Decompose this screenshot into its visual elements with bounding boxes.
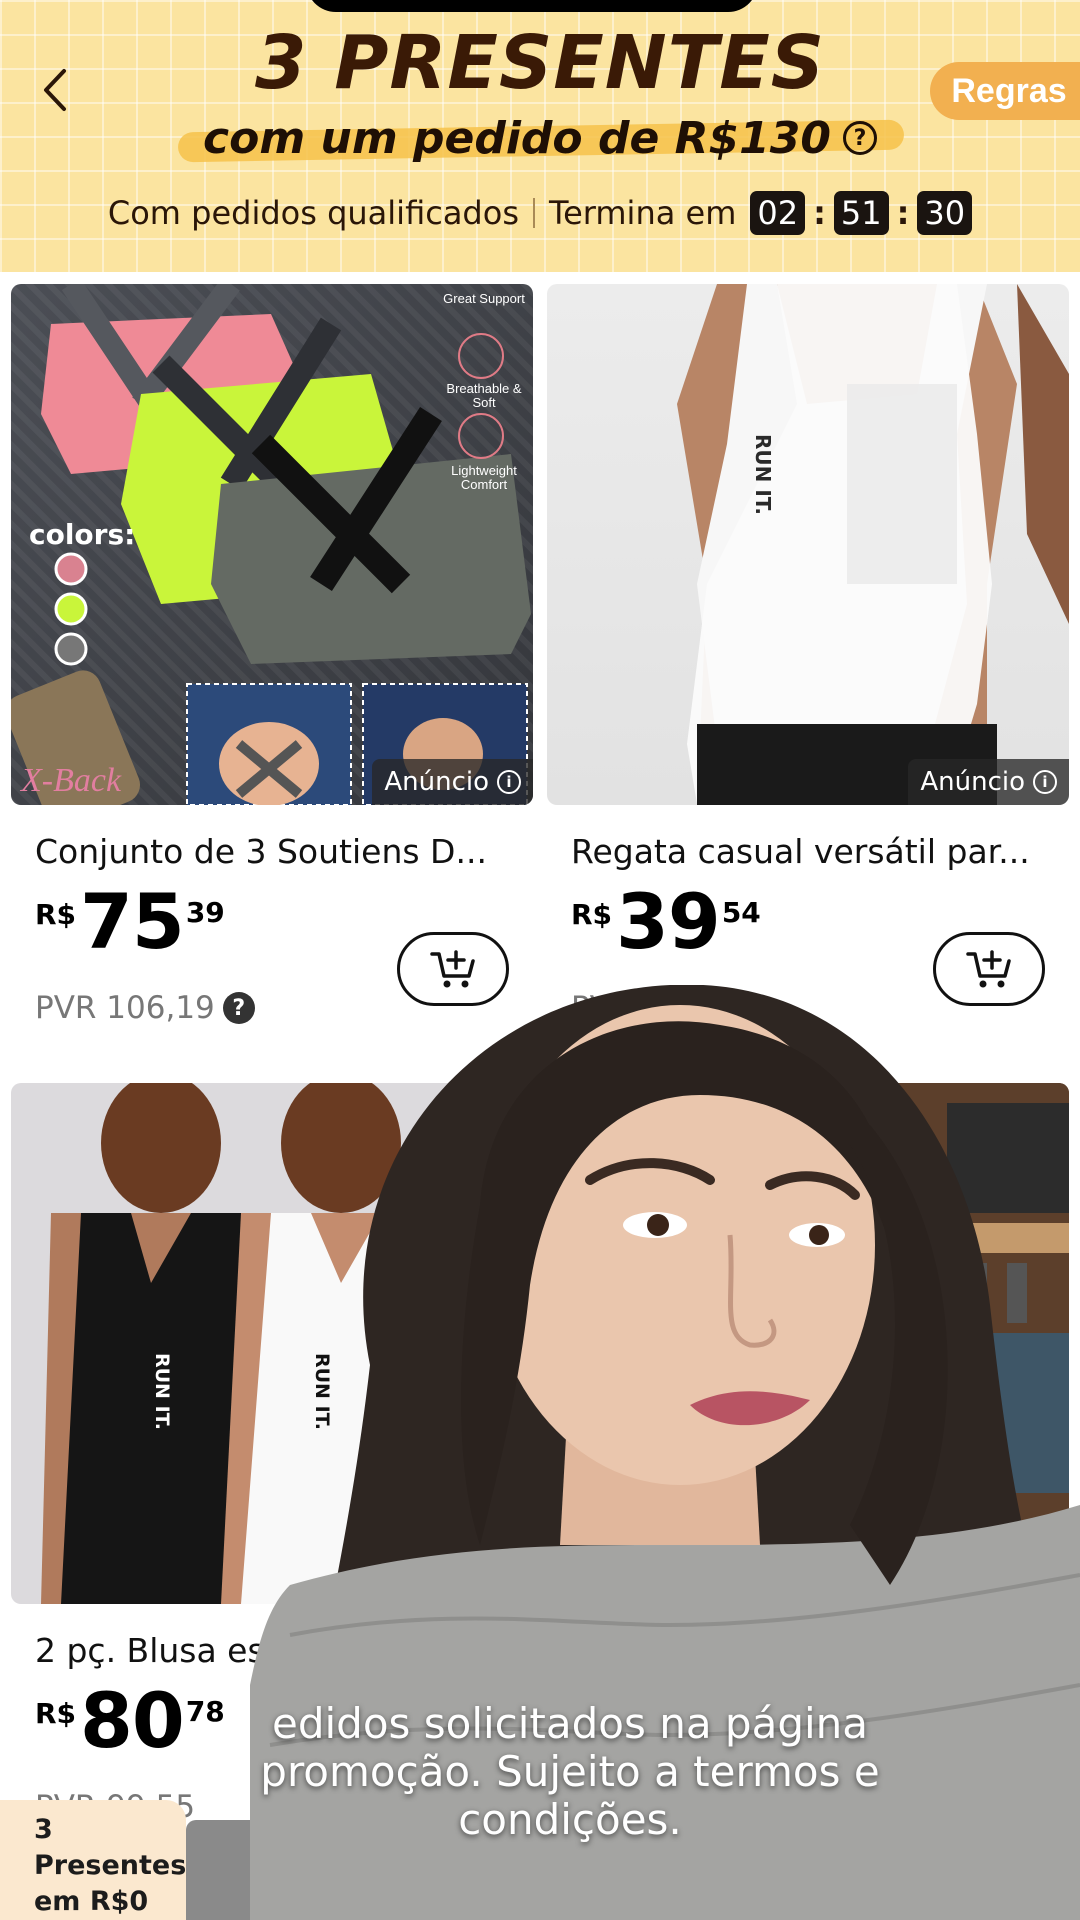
divider xyxy=(532,198,535,228)
shirt-print-black: RUN IT. xyxy=(151,1353,173,1430)
timer-separator: : xyxy=(896,194,910,232)
product-price: R$ 39 54 xyxy=(571,884,761,960)
promo-subtitle-row: com um pedido de R$130 ? xyxy=(0,108,1080,168)
brand-x-back: X-Back xyxy=(21,762,122,799)
ad-badge[interactable]: Anúncio i xyxy=(908,759,1069,805)
promo-title: 3 PRESENTES xyxy=(254,20,826,106)
ad-label: Anúncio xyxy=(920,767,1025,797)
rules-button[interactable]: Regras xyxy=(930,62,1080,120)
gift-line-3: em R$0 xyxy=(34,1886,149,1917)
pvr-text: PVR 106,19 xyxy=(35,990,215,1026)
device-notch xyxy=(306,0,758,12)
promo-subtitle: com um pedido de R$130 ? xyxy=(203,113,877,164)
feature-great-support: Great Support xyxy=(443,291,525,306)
help-icon[interactable]: ? xyxy=(842,121,877,155)
promo-subtitle-text: com um pedido de R$130 xyxy=(203,112,831,164)
price-integer: 80 xyxy=(80,1676,185,1765)
info-icon: i xyxy=(497,770,521,794)
video-caption: edidos solicitados na página promoção. S… xyxy=(260,1699,880,1844)
ends-in-label: Termina em xyxy=(548,194,737,232)
countdown-timer: 02 : 51 : 30 xyxy=(750,191,973,235)
product-price: R$ 80 78 xyxy=(35,1683,225,1759)
price-currency: R$ xyxy=(571,898,613,931)
gift-line-2: Presentes xyxy=(34,1850,186,1881)
promo-header: 3 PRESENTES com um pedido de R$130 ? Reg… xyxy=(0,0,1080,272)
product-card[interactable]: RUN IT. Anúncio i Regata casual versátil… xyxy=(547,284,1069,1026)
timer-minutes: 51 xyxy=(833,191,889,235)
shirt-print: RUN IT. xyxy=(751,434,775,515)
gift-thumbnail[interactable] xyxy=(186,1820,250,1920)
price-decimal: 39 xyxy=(185,896,225,929)
price-integer: 75 xyxy=(80,877,185,966)
gift-line-1: 3 xyxy=(34,1814,53,1845)
price-decimal: 78 xyxy=(185,1695,225,1728)
ad-badge[interactable]: Anúncio i xyxy=(372,759,533,805)
product-image[interactable]: colors: Great Support Breathable & Soft … xyxy=(11,284,533,805)
price-integer: 39 xyxy=(616,877,721,966)
product-price: R$ 75 39 xyxy=(35,884,225,960)
timer-hours: 02 xyxy=(750,191,806,235)
qualified-orders-text: Com pedidos qualificados xyxy=(107,194,519,232)
product-image[interactable]: RUN IT. Anúncio i xyxy=(547,284,1069,805)
promo-info-row: Com pedidos qualificados Termina em 02 :… xyxy=(0,188,1080,238)
feature-lightweight: Lightweight Comfort xyxy=(451,463,517,492)
tank-top-illustration xyxy=(677,284,1069,805)
cart-plus-icon xyxy=(966,950,1011,988)
timer-seconds: 30 xyxy=(917,191,973,235)
product-name[interactable]: Conjunto de 3 Soutiens D... xyxy=(35,832,525,871)
product-card[interactable]: colors: Great Support Breathable & Soft … xyxy=(11,284,533,1026)
ad-label: Anúncio xyxy=(384,767,489,797)
reference-price: PVR 106,19 ? xyxy=(35,990,255,1026)
price-currency: R$ xyxy=(35,1697,77,1730)
info-icon: i xyxy=(1033,770,1057,794)
gift-widget[interactable]: 3 Presentes em R$0 xyxy=(0,1800,186,1920)
cart-plus-icon xyxy=(430,950,475,988)
colors-label: colors: xyxy=(29,518,136,551)
product-name[interactable]: Regata casual versátil par... xyxy=(571,832,1061,871)
timer-separator: : xyxy=(813,194,826,232)
feature-breathable: Breathable & Soft xyxy=(446,381,522,410)
price-currency: R$ xyxy=(35,898,77,931)
price-decimal: 54 xyxy=(721,896,761,929)
